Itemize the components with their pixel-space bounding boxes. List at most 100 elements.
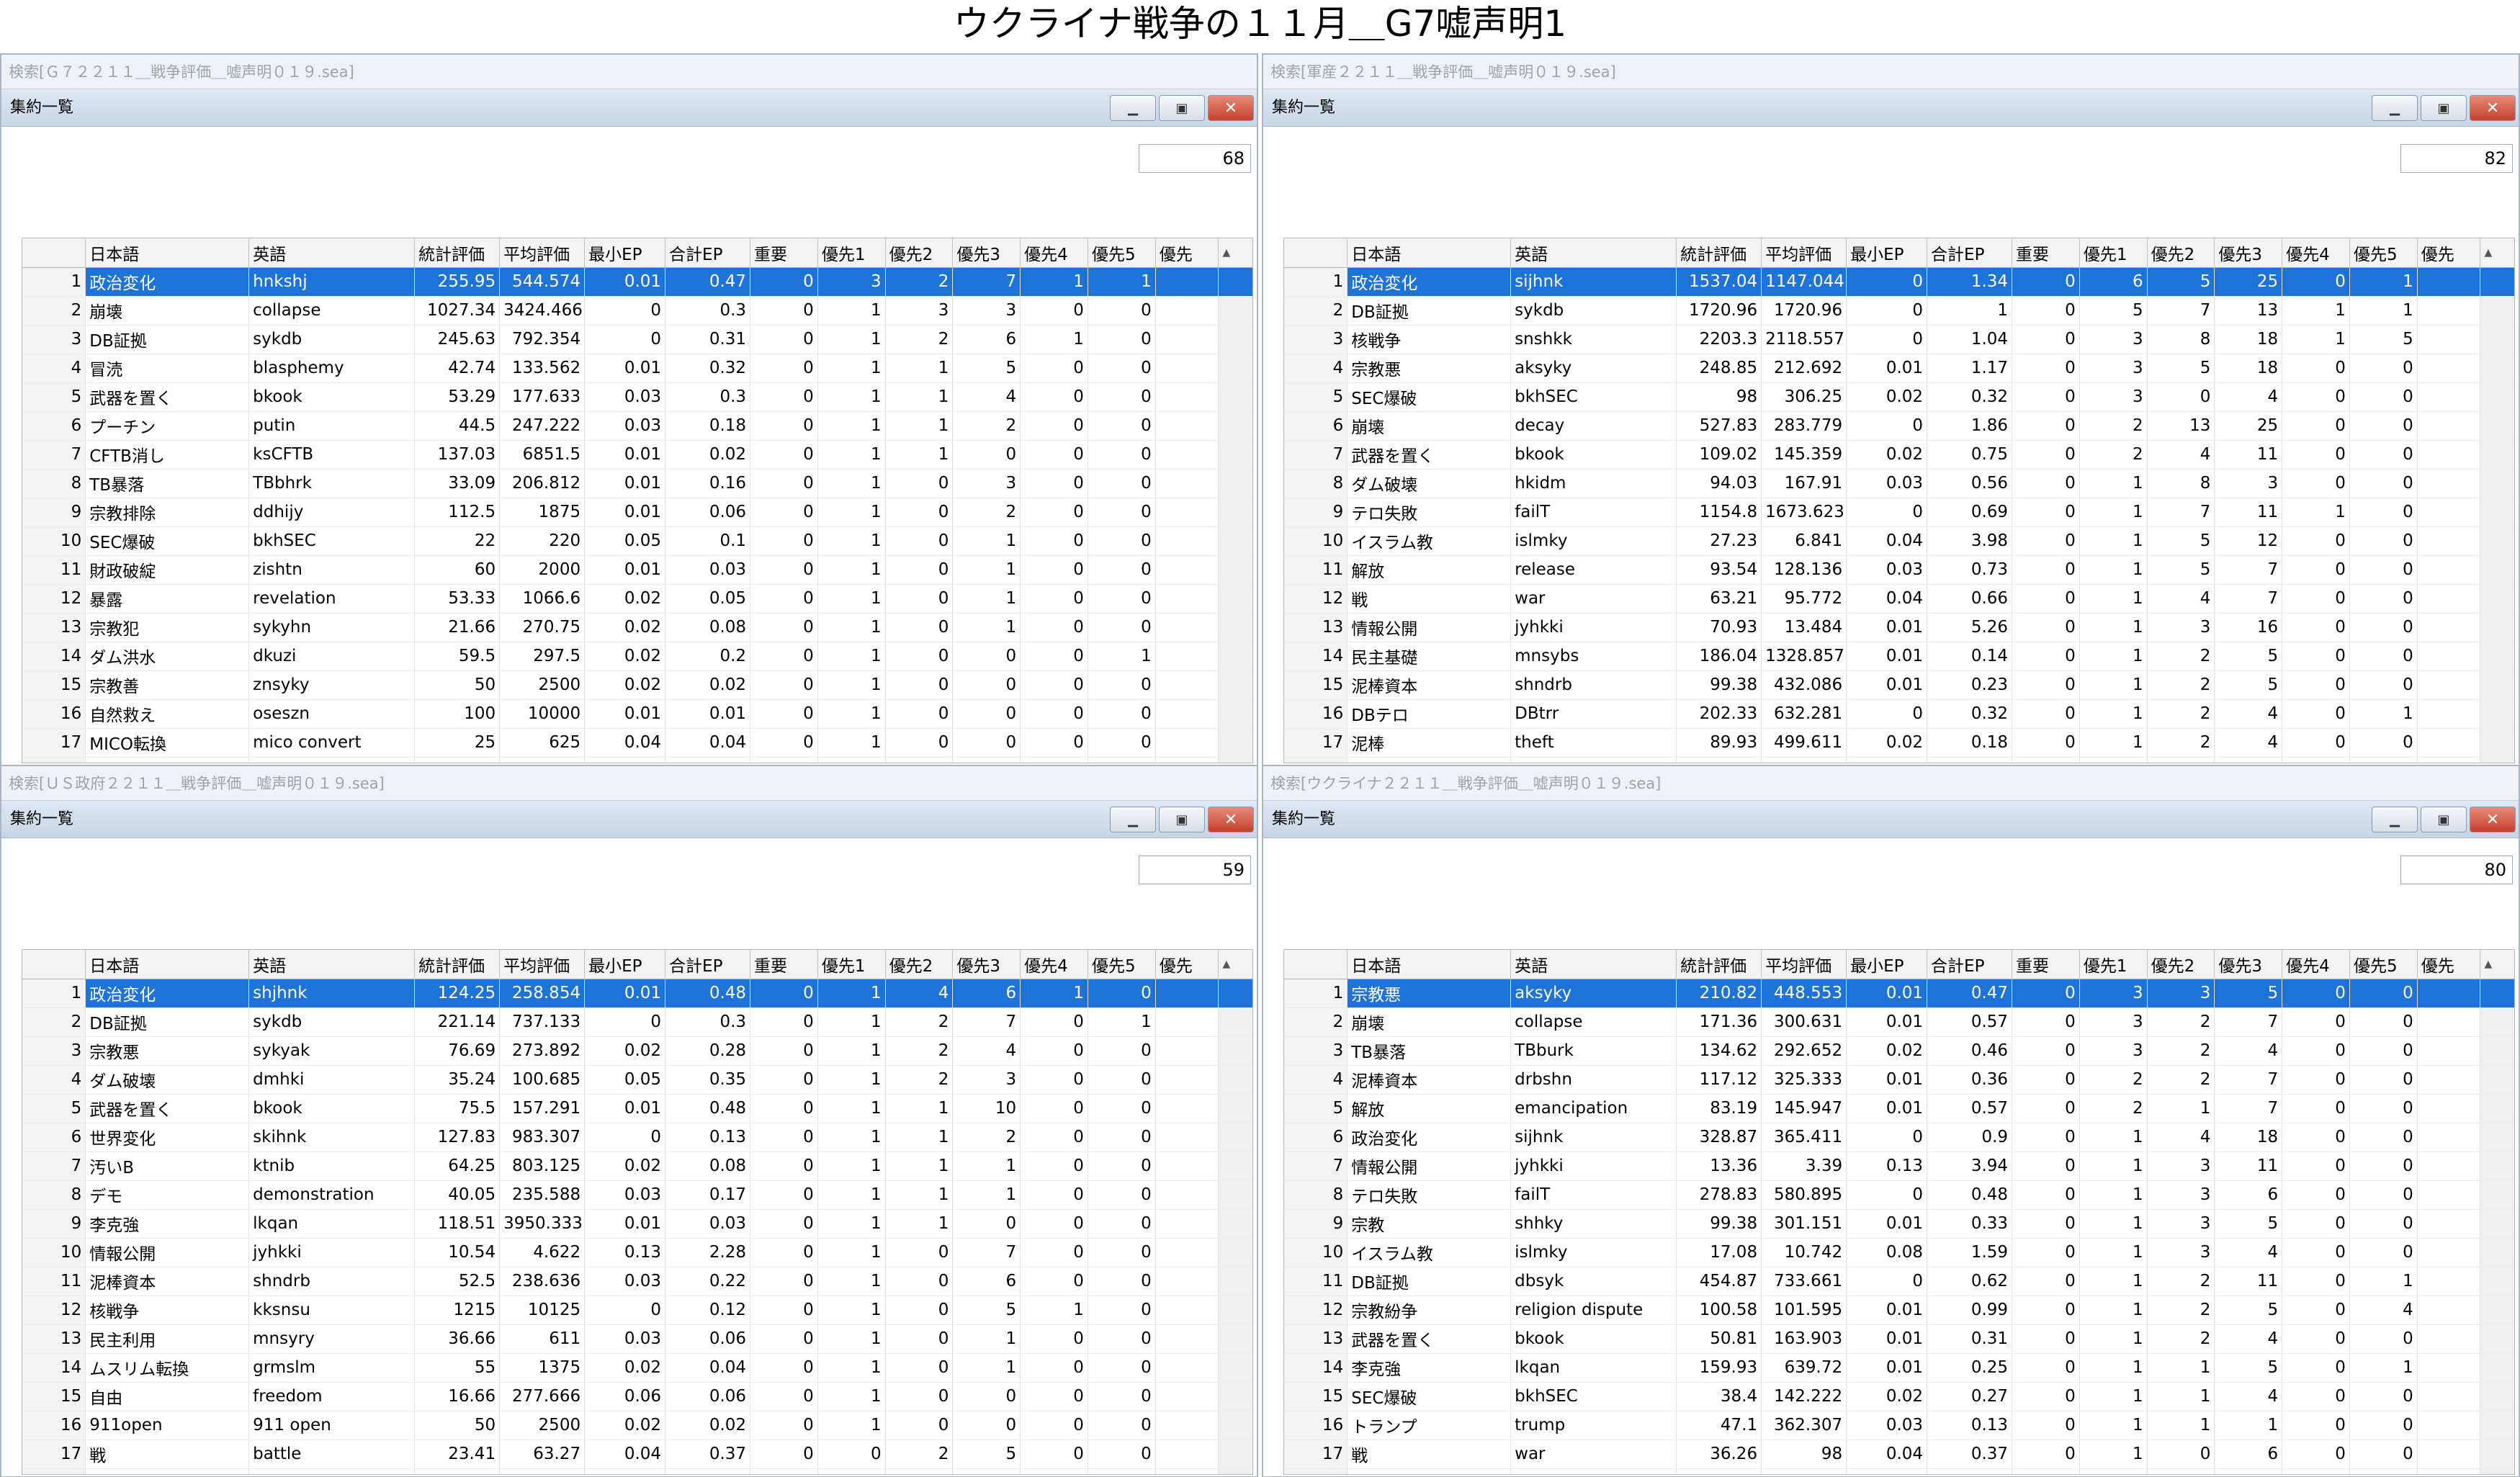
table-row[interactable]: 6 プーチン putin 44.5 247.222 0.03 0.18 0 1 1 2 0 0	[22, 411, 1252, 441]
vertical-scrollbar[interactable]	[1218, 1440, 1252, 1469]
column-header[interactable]: 合計EP	[1927, 238, 2013, 268]
table-row[interactable]: 5 解放 emancipation 83.19 145.947 0.01 0.57 0 2 1 7 0…	[1284, 1094, 2514, 1123]
table-row[interactable]: 9 テロ失敗 failT 1154.8 1673.623 0 0.69 0 1 7 11 1 0	[1284, 498, 2514, 527]
table-row[interactable]: 14 ムスリム転換 grmslm 55 1375 0.02 0.04 0 1 0 1 0 0	[22, 1353, 1252, 1383]
vertical-scrollbar[interactable]	[2480, 411, 2514, 441]
vertical-scrollbar[interactable]	[2480, 1094, 2514, 1123]
table-row[interactable]: 16 911open 911 open 50 2500 0.02 0.02 0 1 0 0 0 0	[22, 1411, 1252, 1440]
scroll-up-button[interactable]: ▲	[2480, 238, 2514, 268]
column-header[interactable]: 平均評価	[1761, 238, 1847, 268]
vertical-scrollbar[interactable]	[2480, 354, 2514, 383]
column-header[interactable]: 重要	[750, 238, 818, 268]
table-row[interactable]: 6 政治変化 sijhnk 328.87 365.411 0 0.9 0 1 4 18 0 0	[1284, 1123, 2514, 1152]
table-row[interactable]: 15 自由 freedom 16.66 277.666 0.06 0.06 0 1 0 0 0 0	[22, 1382, 1252, 1411]
restore-button[interactable]: ▣	[2421, 807, 2467, 832]
vertical-scrollbar[interactable]	[1218, 555, 1252, 585]
table-row[interactable]: 4 泥棒資本 drbshn 117.12 325.333 0.01 0.36 0 2 2 7 0 0	[1284, 1065, 2514, 1095]
table-row[interactable]: 4 宗教悪 aksyky 248.85 212.692 0.01 1.17 0 3 5 18 0 0	[1284, 354, 2514, 383]
table-row[interactable]: 13 情報公開 jyhkki 70.93 13.484 0.01 5.26 0 1 3 16 0 0	[1284, 613, 2514, 642]
column-header[interactable]: 最小EP	[584, 238, 666, 268]
vertical-scrollbar[interactable]	[2480, 526, 2514, 556]
close-button[interactable]: ✕	[2470, 95, 2516, 121]
column-header[interactable]: 優先1	[2079, 238, 2148, 268]
vertical-scrollbar[interactable]	[2480, 1123, 2514, 1152]
table-row[interactable]: 18李克強lkqan514.625146.200.1011401	[1284, 757, 2514, 763]
vertical-scrollbar[interactable]	[1218, 1123, 1252, 1152]
table-row[interactable]: 4 冒涜 blasphemy 42.74 133.562 0.01 0.32 0 1 1 5 0 0	[22, 354, 1252, 383]
table-row[interactable]: 7 情報公開 jyhkki 13.36 3.39 0.13 3.94 0 1 3 11 0 0	[1284, 1151, 2514, 1181]
close-button[interactable]: ✕	[2470, 807, 2516, 832]
vertical-scrollbar[interactable]	[2480, 1238, 2514, 1267]
table-row[interactable]: 18宗教悪sykyak44.64165.3330.010.27003300	[22, 757, 1252, 763]
vertical-scrollbar[interactable]	[1218, 267, 1252, 297]
vertical-scrollbar[interactable]	[1218, 1007, 1252, 1037]
column-header[interactable]: 優先2	[885, 950, 954, 979]
column-header[interactable]: 重要	[2012, 238, 2080, 268]
vertical-scrollbar[interactable]	[2480, 1007, 2514, 1037]
vertical-scrollbar[interactable]	[1218, 979, 1252, 1008]
column-header[interactable]: 合計EP	[665, 238, 751, 268]
table-row[interactable]: 3 DB証拠 sykdb 245.63 792.354 0 0.31 0 1 2 6 1 0	[22, 325, 1252, 354]
vertical-scrollbar[interactable]	[2480, 1468, 2514, 1474]
table-row[interactable]: 9 李克強 lkqan 118.51 3950.333 0.01 0.03 0 1 1 0 0 0	[22, 1209, 1252, 1239]
vertical-scrollbar[interactable]	[2480, 498, 2514, 527]
table-row[interactable]: 11 財政破綻 zishtn 60 2000 0.01 0.03 0 1 0 1 0 0	[22, 555, 1252, 585]
vertical-scrollbar[interactable]	[2480, 1151, 2514, 1181]
column-header[interactable]: 優先1	[817, 950, 886, 979]
vertical-scrollbar[interactable]	[1218, 1180, 1252, 1210]
close-button[interactable]: ✕	[1208, 95, 1254, 121]
table-row[interactable]: 14 民主基礎 mnsybs 186.04 1328.857 0.01 0.14 0 1 2 5 0 0	[1284, 642, 2514, 671]
table-row[interactable]: 18宗教shhky31.35223.9280.020.14002200	[22, 1468, 1252, 1474]
table-row[interactable]: 2 DB証拠 sykdb 1720.96 1720.96 0 1 0 5 7 13 1 1	[1284, 296, 2514, 326]
vertical-scrollbar[interactable]	[2480, 1440, 2514, 1469]
column-header[interactable]: 優先2	[2147, 238, 2215, 268]
vertical-scrollbar[interactable]	[2480, 1180, 2514, 1210]
column-header[interactable]: 合計EP	[665, 950, 751, 979]
vertical-scrollbar[interactable]	[1218, 757, 1252, 763]
table-row[interactable]: 10 SEC爆破 bkhSEC 22 220 0.05 0.1 0 1 0 1 0 0	[22, 526, 1252, 556]
vertical-scrollbar[interactable]	[1218, 584, 1252, 614]
table-row[interactable]: 11 DB証拠 dbsyk 454.87 733.661 0 0.62 0 1 2 11 0 1	[1284, 1267, 2514, 1296]
vertical-scrollbar[interactable]	[1218, 325, 1252, 354]
table-row[interactable]: 1 政治変化 shjhnk 124.25 258.854 0.01 0.48 0 1 4 6 1 0	[22, 979, 1252, 1008]
table-row[interactable]: 1 政治変化 hnkshj 255.95 544.574 0.01 0.47 0 3 2 7 1 1	[22, 267, 1252, 297]
table-row[interactable]: 17 MICO転換 mico convert 25 625 0.04 0.04 0 1 0 0 0 0	[22, 728, 1252, 758]
table-row[interactable]: 5 武器を置く bkook 75.5 157.291 0.01 0.48 0 1 1 10 0 0	[22, 1094, 1252, 1123]
table-row[interactable]: 13 宗教犯 sykyhn 21.66 270.75 0.02 0.08 0 1 0 1 0 0	[22, 613, 1252, 642]
column-header[interactable]: 平均評価	[499, 950, 586, 979]
column-header[interactable]: 平均評価	[1761, 950, 1847, 979]
vertical-scrollbar[interactable]	[1218, 642, 1252, 671]
column-header[interactable]: 日本語	[1347, 238, 1512, 268]
table-row[interactable]: 15 宗教善 znsyky 50 2500 0.02 0.02 0 1 0 0 0 0	[22, 670, 1252, 700]
table-row[interactable]: 7 武器を置く bkook 109.02 145.359 0.02 0.75 0 2 4 11 0 0	[1284, 440, 2514, 470]
column-header[interactable]: 優先3	[2214, 950, 2283, 979]
table-row[interactable]: 1 宗教悪 aksyky 210.82 448.553 0.01 0.47 0 3 3 5 0 0	[1284, 979, 2514, 1008]
column-header[interactable]: 日本語	[85, 950, 250, 979]
column-header[interactable]: 優先4	[1020, 950, 1088, 979]
vertical-scrollbar[interactable]	[1218, 1036, 1252, 1066]
column-header[interactable]: 優先1	[2079, 950, 2148, 979]
vertical-scrollbar[interactable]	[2480, 613, 2514, 642]
column-header[interactable]: 重要	[750, 950, 818, 979]
vertical-scrollbar[interactable]	[2480, 1353, 2514, 1383]
vertical-scrollbar[interactable]	[2480, 267, 2514, 297]
vertical-scrollbar[interactable]	[2480, 728, 2514, 758]
table-row[interactable]: 3 TB暴落 TBburk 134.62 292.652 0.02 0.46 0 3 2 4 0 0	[1284, 1036, 2514, 1066]
vertical-scrollbar[interactable]	[1218, 1411, 1252, 1440]
table-row[interactable]: 10 イスラム教 islmky 17.08 10.742 0.08 1.59 0 1 3 4 0 0	[1284, 1238, 2514, 1267]
column-header[interactable]: 優先	[2417, 950, 2481, 979]
vertical-scrollbar[interactable]	[1218, 296, 1252, 326]
table-row[interactable]: 5 SEC爆破 bkhSEC 98 306.25 0.02 0.32 0 3 0 4 0 0	[1284, 382, 2514, 412]
table-row[interactable]: 6 崩壊 decay 527.83 283.779 0 1.86 0 2 13 25 0 0	[1284, 411, 2514, 441]
table-row[interactable]: 8 テロ失敗 failT 278.83 580.895 0 0.48 0 1 3 6 0 0	[1284, 1180, 2514, 1210]
vertical-scrollbar[interactable]	[2480, 1382, 2514, 1411]
table-row[interactable]: 12 暴露 revelation 53.33 1066.6 0.02 0.05 0 1 0 1 0 0	[22, 584, 1252, 614]
vertical-scrollbar[interactable]	[1218, 498, 1252, 527]
vertical-scrollbar[interactable]	[1218, 670, 1252, 700]
table-row[interactable]: 3 核戦争 snshkk 2203.3 2118.557 0 1.04 0 3 8 18 1 5	[1284, 325, 2514, 354]
table-row[interactable]: 10 イスラム教 islmky 27.23 6.841 0.04 3.98 0 1 5 12 0 0	[1284, 526, 2514, 556]
vertical-scrollbar[interactable]	[2480, 979, 2514, 1008]
table-row[interactable]: 2 崩壊 collapse 1027.34 3424.466 0 0.3 0 1 3 3 0 0	[22, 296, 1252, 326]
vertical-scrollbar[interactable]	[1218, 1296, 1252, 1325]
vertical-scrollbar[interactable]	[2480, 469, 2514, 498]
